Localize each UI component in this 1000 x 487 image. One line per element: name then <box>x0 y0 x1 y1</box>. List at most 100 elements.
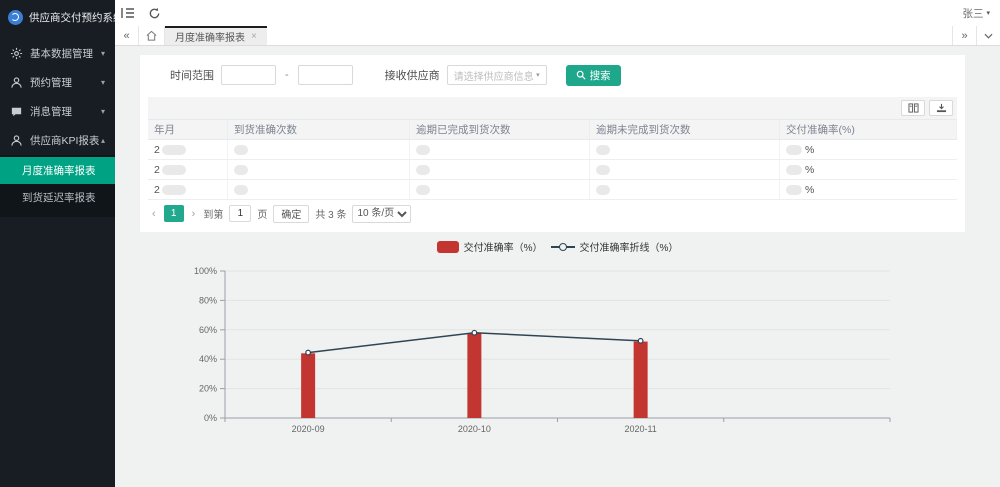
chevron-down-icon: ▾ <box>101 49 105 58</box>
goto-page-input[interactable] <box>229 205 251 222</box>
topbar: 张三 ▾ <box>115 0 1000 26</box>
total-count: 共 3 条 <box>315 206 346 221</box>
svg-text:80%: 80% <box>199 295 217 305</box>
svg-text:40%: 40% <box>199 354 217 364</box>
sidebar-item-message[interactable]: 消息管理 ▾ <box>0 97 115 126</box>
next-page-icon[interactable]: › <box>190 208 198 220</box>
chevron-down-icon: ▾ <box>101 107 105 116</box>
svg-text:0%: 0% <box>204 413 217 423</box>
search-button[interactable]: 搜索 <box>566 65 621 86</box>
svg-text:2020-10: 2020-10 <box>458 424 491 434</box>
range-separator: - <box>283 69 291 81</box>
supplier-label: 接收供应商 <box>385 67 440 83</box>
refresh-icon[interactable] <box>141 0 167 26</box>
gear-icon <box>10 47 23 60</box>
column-header: 年月 <box>148 120 228 139</box>
columns-icon[interactable] <box>901 100 925 116</box>
redacted-value <box>786 145 802 155</box>
chevron-down-icon: ▾ <box>101 78 105 87</box>
sidebar-item-delivery-delay-report[interactable]: 到货延迟率报表 <box>0 184 115 211</box>
redacted-value <box>416 185 430 195</box>
column-header: 逾期未完成到货次数 <box>590 120 780 139</box>
report-card: 时间范围 - 接收供应商 请选择供应商信息 ▾ 搜索 <box>140 55 965 232</box>
percent-suffix: % <box>805 184 814 196</box>
sidebar-item-monthly-accuracy-report[interactable]: 月度准确率报表 <box>0 157 115 184</box>
svg-text:2020-11: 2020-11 <box>624 424 656 434</box>
tabs-scroll-left-icon[interactable]: « <box>115 26 139 45</box>
pagination: ‹ 1 › 到第 页 确定 共 3 条 10 条/页 <box>148 200 957 224</box>
year-month-prefix: 2 <box>154 184 160 196</box>
close-icon[interactable]: × <box>251 31 257 42</box>
search-icon <box>576 70 586 80</box>
date-to-input[interactable] <box>298 65 353 85</box>
table-toolbar <box>148 97 957 119</box>
percent-suffix: % <box>805 164 814 176</box>
sidebar-item-label: 基本数据管理 <box>30 46 101 61</box>
redacted-value <box>162 145 186 155</box>
supplier-select[interactable]: 请选择供应商信息 ▾ <box>447 65 547 85</box>
column-header: 交付准确率(%) <box>780 120 957 139</box>
goto-label: 到第 <box>203 206 223 221</box>
sidebar-submenu: 月度准确率报表 到货延迟率报表 <box>0 155 115 217</box>
percent-suffix: % <box>805 144 814 156</box>
redacted-value <box>596 185 610 195</box>
sidebar-item-label: 供应商KPI报表 <box>30 133 101 148</box>
table-header-row: 年月 到货准确次数 逾期已完成到货次数 逾期未完成到货次数 交付准确率(%) <box>148 119 957 140</box>
sidebar-item-label: 预约管理 <box>30 75 101 90</box>
page-word: 页 <box>257 206 267 221</box>
redacted-value <box>596 145 610 155</box>
supplier-select-placeholder: 请选择供应商信息 <box>454 68 534 83</box>
message-icon <box>10 105 23 118</box>
column-header: 到货准确次数 <box>228 120 410 139</box>
app-logo-icon <box>8 10 23 25</box>
svg-text:100%: 100% <box>194 266 217 276</box>
app-title: 供应商交付预约系统 <box>29 10 124 25</box>
redacted-value <box>234 165 248 175</box>
date-from-input[interactable] <box>221 65 276 85</box>
year-month-prefix: 2 <box>154 164 160 176</box>
redacted-value <box>162 165 186 175</box>
column-header: 逾期已完成到货次数 <box>410 120 590 139</box>
redacted-value <box>786 185 802 195</box>
accuracy-chart: 0% 20% 40% 60% 80% 100% 2020-09 2020-10 2020-11 <box>115 251 1000 486</box>
table-row: 2 % <box>148 180 957 200</box>
kpi-table: 年月 到货准确次数 逾期已完成到货次数 逾期未完成到货次数 交付准确率(%) 2… <box>148 97 957 224</box>
sidebar-item-kpi-report[interactable]: 供应商KPI报表 ▴ <box>0 126 115 155</box>
redacted-value <box>786 165 802 175</box>
app-logo-row: 供应商交付预约系统 <box>0 0 115 31</box>
chevron-up-icon: ▴ <box>101 136 105 145</box>
svg-text:60%: 60% <box>199 325 217 335</box>
app-window: 供应商交付预约系统 基本数据管理 ▾ 预约管理 ▾ 消息 <box>0 0 1000 487</box>
user-menu[interactable]: 张三 ▾ <box>962 6 1000 21</box>
sidebar-item-basic-data[interactable]: 基本数据管理 ▾ <box>0 39 115 68</box>
tab-monthly-accuracy-report[interactable]: 月度准确率报表 × <box>165 26 267 45</box>
prev-page-icon[interactable]: ‹ <box>150 208 158 220</box>
tab-bar: « 月度准确率报表 × » <box>115 26 1000 46</box>
filter-bar: 时间范围 - 接收供应商 请选择供应商信息 ▾ 搜索 <box>140 55 965 95</box>
redacted-value <box>416 145 430 155</box>
redacted-value <box>234 145 248 155</box>
redacted-value <box>416 165 430 175</box>
svg-text:2020-09: 2020-09 <box>292 424 325 434</box>
export-icon[interactable] <box>929 100 953 116</box>
year-month-prefix: 2 <box>154 144 160 156</box>
user-icon <box>10 76 23 89</box>
sidebar: 供应商交付预约系统 基本数据管理 ▾ 预约管理 ▾ 消息 <box>0 0 115 487</box>
sidebar-item-reservation[interactable]: 预约管理 ▾ <box>0 68 115 97</box>
confirm-button[interactable]: 确定 <box>273 205 309 223</box>
tabs-menu-icon[interactable] <box>976 26 1000 45</box>
redacted-value <box>162 185 186 195</box>
sidebar-fold-icon[interactable] <box>115 0 141 26</box>
date-range-label: 时间范围 <box>170 67 214 83</box>
sidebar-item-label: 消息管理 <box>30 104 101 119</box>
chevron-down-icon: ▾ <box>536 71 540 79</box>
main-content: 时间范围 - 接收供应商 请选择供应商信息 ▾ 搜索 <box>115 46 1000 487</box>
svg-text:20%: 20% <box>199 384 217 394</box>
page-number-button[interactable]: 1 <box>164 205 184 222</box>
tabs-scroll-right-icon[interactable]: » <box>952 26 976 45</box>
search-button-label: 搜索 <box>590 68 611 83</box>
chevron-down-icon: ▾ <box>986 9 990 17</box>
home-icon[interactable] <box>139 26 165 45</box>
page-size-select[interactable]: 10 条/页 <box>352 205 411 223</box>
user-icon <box>10 134 23 147</box>
